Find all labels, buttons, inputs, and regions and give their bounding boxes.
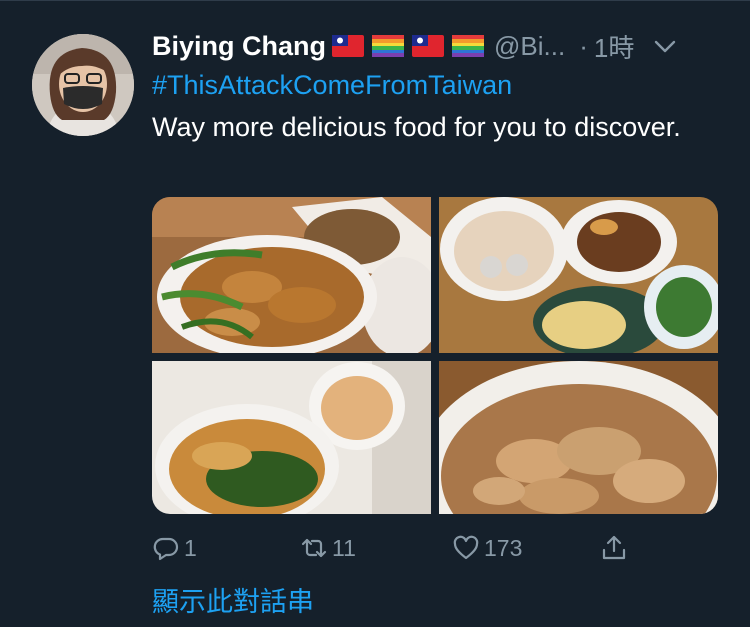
share-button[interactable] <box>600 530 628 566</box>
flag-emojis <box>332 35 492 57</box>
tweet-header: Biying Chang @Bi... · 1時 <box>152 28 730 64</box>
retweet-button[interactable]: 11 <box>300 530 356 566</box>
soup-and-dishes-photo[interactable] <box>439 197 718 353</box>
tweet-timestamp[interactable]: 1時 <box>594 28 634 65</box>
chevron-down-icon[interactable] <box>652 33 678 59</box>
hashtag-link[interactable]: #ThisAttackComeFromTaiwan <box>152 70 512 101</box>
separator-dot: · <box>579 30 588 61</box>
taiwan-flag-icon <box>332 35 364 57</box>
tweet-text: Way more delicious food for you to disco… <box>152 112 681 142</box>
retweet-count: 11 <box>332 534 356 561</box>
noodle-soup-photo[interactable] <box>152 361 431 514</box>
author-name[interactable]: Biying Chang <box>152 31 326 62</box>
tweet-actions: 1 11 173 <box>152 530 632 566</box>
taiwan-flag-icon <box>412 35 444 57</box>
rainbow-flag-icon <box>372 35 404 57</box>
reply-button[interactable]: 1 <box>152 530 197 566</box>
avatar[interactable] <box>32 34 134 136</box>
show-thread-link[interactable]: 顯示此對話串 <box>152 580 314 619</box>
retweet-icon <box>301 538 327 558</box>
wonton-soup-photo[interactable] <box>439 361 718 514</box>
share-icon <box>602 535 626 560</box>
like-count: 173 <box>484 534 523 561</box>
reply-count: 1 <box>184 534 197 561</box>
author-handle[interactable]: @Bi... <box>494 31 565 62</box>
reply-icon <box>153 537 179 561</box>
like-icon <box>453 535 479 560</box>
fried-chicken-photo[interactable] <box>152 197 431 353</box>
media-grid <box>152 197 718 514</box>
rainbow-flag-icon <box>452 35 484 57</box>
divider <box>0 0 750 1</box>
like-button[interactable]: 173 <box>452 530 522 566</box>
